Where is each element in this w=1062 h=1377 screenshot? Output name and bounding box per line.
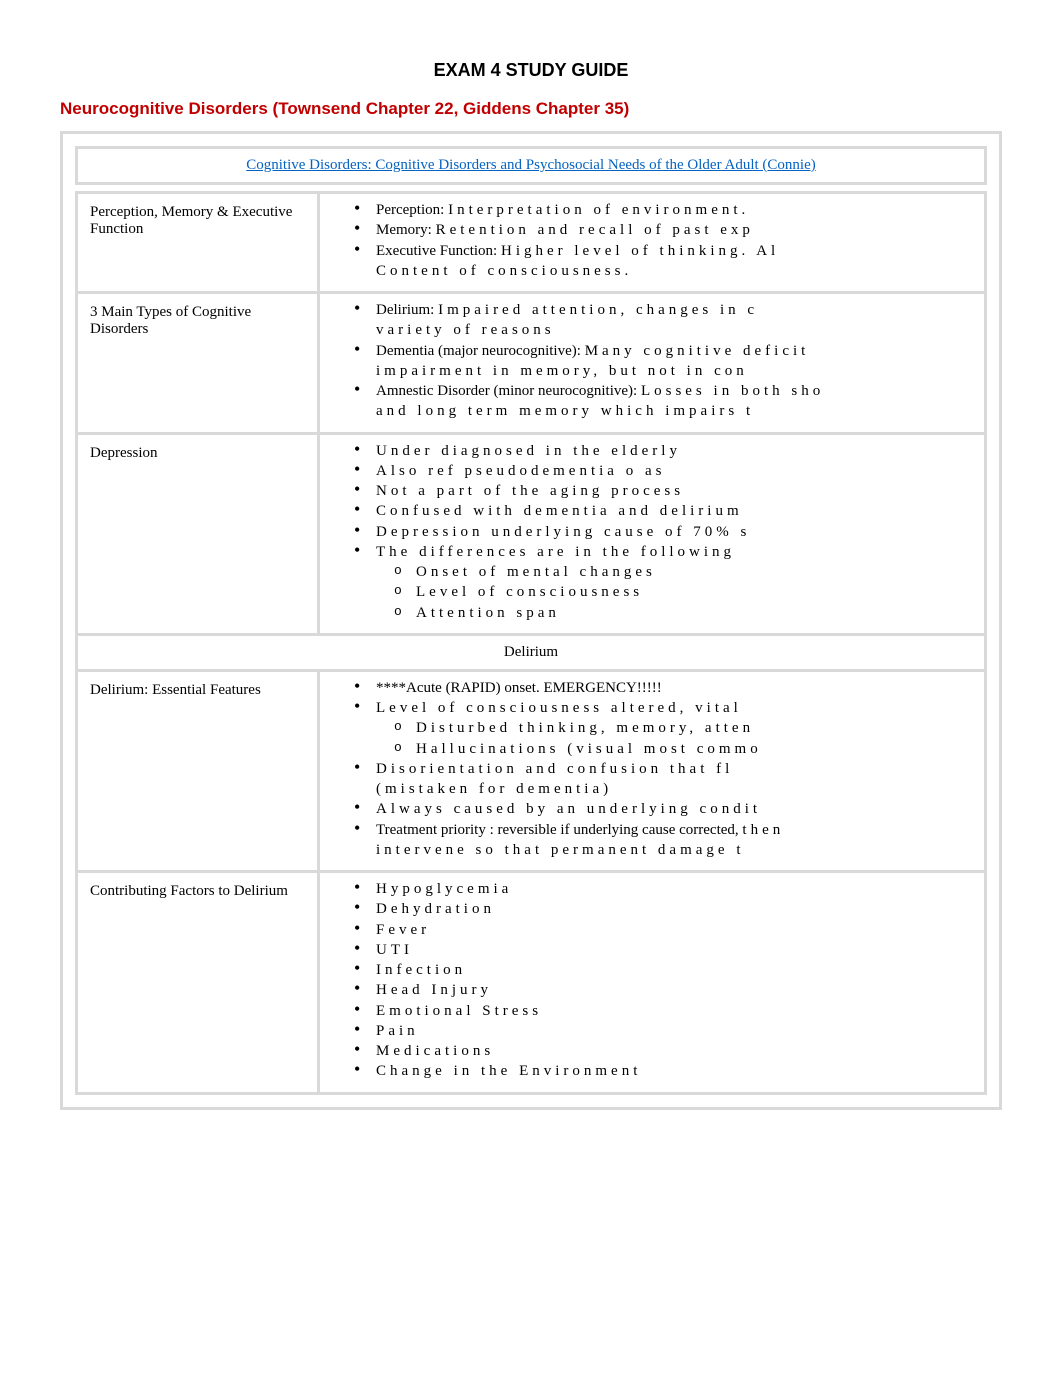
list-item: Perception: Interpretation of environmen… — [354, 200, 974, 220]
list-item: Pain — [354, 1021, 974, 1041]
item-text: Interpretation of environment. — [448, 202, 749, 218]
item-text: Emotional Stress — [376, 1003, 542, 1019]
list-item: Not a part of the aging process — [354, 481, 974, 501]
table-row: 3 Main Types of Cognitive Disorders Delir… — [75, 294, 987, 435]
list-continuation: and long term memory which impairs t — [354, 401, 974, 421]
table-row: Delirium: Essential Features****Acute (R… — [75, 672, 987, 873]
section-heading: Neurocognitive Disorders (Townsend Chapt… — [60, 99, 1002, 119]
list-item: Hypoglycemia — [354, 879, 974, 899]
list-item: Level of consciousness altered, vital — [354, 698, 974, 718]
item-text: then — [742, 822, 784, 838]
subsection-delirium: Delirium — [75, 636, 987, 672]
list-item: Delirium: Impaired attention, changes in… — [354, 300, 974, 320]
item-text: Level of consciousness altered, vital — [376, 700, 742, 716]
list-item: Memory: Retention and recall of past exp — [354, 220, 974, 240]
list-item: Disorientation and confusion that fl — [354, 759, 974, 779]
content-box: Cognitive Disorders: Cognitive Disorders… — [60, 131, 1002, 1110]
list-item: Under diagnosed in the elderly — [354, 441, 974, 461]
item-text: Fever — [376, 922, 430, 938]
item-label: Dementia (major neurocognitive): — [376, 343, 585, 359]
list-continuation: Content of consciousness. — [354, 261, 974, 281]
item-text: Under diagnosed in the elderly — [376, 443, 681, 459]
item-text: ****Acute (RAPID) onset. EMERGENCY!!!!! — [376, 680, 662, 696]
item-label: Memory: — [376, 222, 436, 238]
sub-list-item: Attention span — [394, 603, 974, 623]
row-label: Delirium: Essential Features — [78, 672, 320, 870]
item-text: Disorientation and confusion that fl — [376, 761, 733, 777]
sub-list-item: Disturbed thinking, memory, atten — [394, 718, 974, 738]
list-continuation: impairment in memory, but not in con — [354, 361, 974, 381]
row-label: Depression — [78, 435, 320, 633]
item-text: Pain — [376, 1023, 419, 1039]
list-item: The differences are in the following — [354, 542, 974, 562]
list-item: Head Injury — [354, 980, 974, 1000]
item-text: Hypoglycemia — [376, 881, 512, 897]
row-label: Perception, Memory & Executive Function — [78, 194, 320, 291]
item-label: Amnestic Disorder (minor neurocognitive)… — [376, 383, 641, 399]
list-item: ****Acute (RAPID) onset. EMERGENCY!!!!! — [354, 678, 974, 698]
list-item: Dehydration — [354, 899, 974, 919]
row-content: Under diagnosed in the elderly Also ref p… — [320, 435, 984, 633]
item-text: Higher level of thinking. Al — [501, 243, 779, 259]
list-item: Executive Function: Higher level of thin… — [354, 241, 974, 261]
list-item: Confused with dementia and delirium — [354, 501, 974, 521]
sub-list-item: Hallucinations (visual most commo — [394, 739, 974, 759]
item-text: Infection — [376, 962, 466, 978]
sub-list-item: Level of consciousness — [394, 582, 974, 602]
list-item: Always caused by an underlying condit — [354, 799, 974, 819]
item-text: Head Injury — [376, 982, 492, 998]
item-text: Impaired attention, changes in c — [438, 302, 758, 318]
list-item: Dementia (major neurocognitive): Many co… — [354, 341, 974, 361]
list-item: Change in the Environment — [354, 1061, 974, 1081]
row-content: Perception: Interpretation of environmen… — [320, 194, 984, 291]
item-text: Confused with dementia and delirium — [376, 503, 743, 519]
list-item: Fever — [354, 920, 974, 940]
item-label: Perception: — [376, 202, 448, 218]
list-continuation: (mistaken for dementia) — [354, 779, 974, 799]
item-text: Also ref pseudodementia o as — [376, 463, 665, 479]
page-title: EXAM 4 STUDY GUIDE — [60, 60, 1002, 81]
list-item: UTI — [354, 940, 974, 960]
item-text: Change in the Environment — [376, 1063, 641, 1079]
row-content: Hypoglycemia Dehydration Fever UTI Infection… — [320, 873, 984, 1092]
row-label: Contributing Factors to Delirium — [78, 873, 320, 1092]
row-content: Delirium: Impaired attention, changes in… — [320, 294, 984, 432]
row-content: ****Acute (RAPID) onset. EMERGENCY!!!!! L… — [320, 672, 984, 870]
list-item: Medications — [354, 1041, 974, 1061]
sub-list-item: Onset of mental changes — [394, 562, 974, 582]
link-header[interactable]: Cognitive Disorders: Cognitive Disorders… — [75, 146, 987, 185]
item-text: Dehydration — [376, 901, 495, 917]
item-label: Executive Function: — [376, 243, 501, 259]
item-text: UTI — [376, 942, 413, 958]
list-item: Infection — [354, 960, 974, 980]
list-item: Amnestic Disorder (minor neurocognitive)… — [354, 381, 974, 401]
row-label: 3 Main Types of Cognitive Disorders — [78, 294, 320, 432]
item-label: Delirium: — [376, 302, 438, 318]
table-row: Contributing Factors to DeliriumHypoglyc… — [75, 873, 987, 1095]
item-text: Losses in both sho — [641, 383, 824, 399]
item-text: Always caused by an underlying condit — [376, 801, 761, 817]
item-text: Depression underlying cause of 70% s — [376, 524, 750, 540]
table-row: Perception, Memory & Executive Function P… — [75, 191, 987, 294]
list-item: Depression underlying cause of 70% s — [354, 522, 974, 542]
table-row: DepressionUnder diagnosed in the elderly… — [75, 435, 987, 636]
list-item: Emotional Stress — [354, 1001, 974, 1021]
list-continuation: variety of reasons — [354, 320, 974, 340]
item-text: Many cognitive deficit — [585, 343, 810, 359]
item-text: The differences are in the following — [376, 544, 735, 560]
item-text: Not a part of the aging process — [376, 483, 684, 499]
list-item: Also ref pseudodementia o as — [354, 461, 974, 481]
item-text: Retention and recall of past exp — [436, 222, 754, 238]
item-label: Treatment priority : reversible if under… — [376, 822, 742, 838]
list-item: Treatment priority : reversible if under… — [354, 820, 974, 840]
list-continuation: intervene so that permanent damage t — [354, 840, 974, 860]
item-text: Medications — [376, 1043, 494, 1059]
